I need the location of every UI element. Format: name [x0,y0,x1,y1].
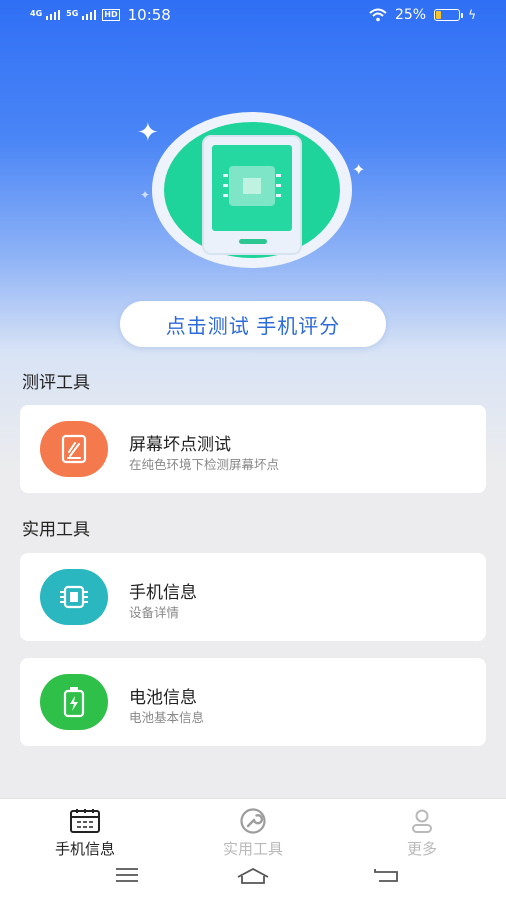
signal-5g-icon: 5G [66,9,97,20]
battery-icon [40,674,108,730]
phone-chip-icon [152,112,352,268]
card-phone-info[interactable]: 手机信息 设备详情 [20,553,486,641]
tab-more[interactable]: 更多 [362,807,482,859]
tab-phone-info[interactable]: 手机信息 [25,807,145,859]
card-subtitle: 在纯色环境下检测屏幕坏点 [129,457,280,472]
phone-illustration: ✦ ✦ ✦ [135,108,375,288]
home-icon[interactable] [236,867,270,885]
tab-label: 手机信息 [54,840,115,858]
screen-icon [40,421,108,477]
battery-icon [434,9,464,21]
person-icon [412,809,432,833]
hd-icon: HD [102,9,120,21]
card-title: 电池信息 [129,688,197,708]
section-title-eval: 测评工具 [22,373,90,393]
card-title: 手机信息 [129,583,197,603]
card-battery-info[interactable]: 电池信息 电池基本信息 [20,658,486,746]
card-subtitle: 设备详情 [129,605,180,620]
phone-info-icon [70,809,100,833]
battery-level [436,11,442,19]
back-icon[interactable] [373,867,399,883]
sparkle-icon: ✦ [140,188,151,202]
charging-icon: ϟ [468,8,476,22]
tab-label: 更多 [406,840,437,858]
wrench-icon [240,808,266,834]
net-label: 5G [66,9,79,18]
test-score-button[interactable]: 点击测试 手机评分 [120,301,386,347]
card-subtitle: 电池基本信息 [129,710,205,725]
chip-icon [40,569,108,625]
status-bar: 4G 5G HD 10:58 25% ϟ [0,0,506,32]
tab-tools[interactable]: 实用工具 [193,807,313,859]
tab-label: 实用工具 [222,840,283,858]
card-screen-test[interactable]: 屏幕坏点测试 在纯色环境下检测屏幕坏点 [20,405,486,493]
menu-icon[interactable] [115,867,139,883]
clock: 10:58 [127,6,171,24]
card-title: 屏幕坏点测试 [129,435,231,455]
sparkle-icon: ✦ [352,160,366,179]
bottom-nav: 手机信息 实用工具 更多 [0,798,506,900]
sparkle-icon: ✦ [137,118,159,148]
net-label: 4G [30,9,43,18]
section-title-practical: 实用工具 [22,520,90,540]
signal-4g-icon: 4G [30,9,61,20]
battery-percent: 25% [394,7,427,23]
wifi-icon [369,8,387,22]
